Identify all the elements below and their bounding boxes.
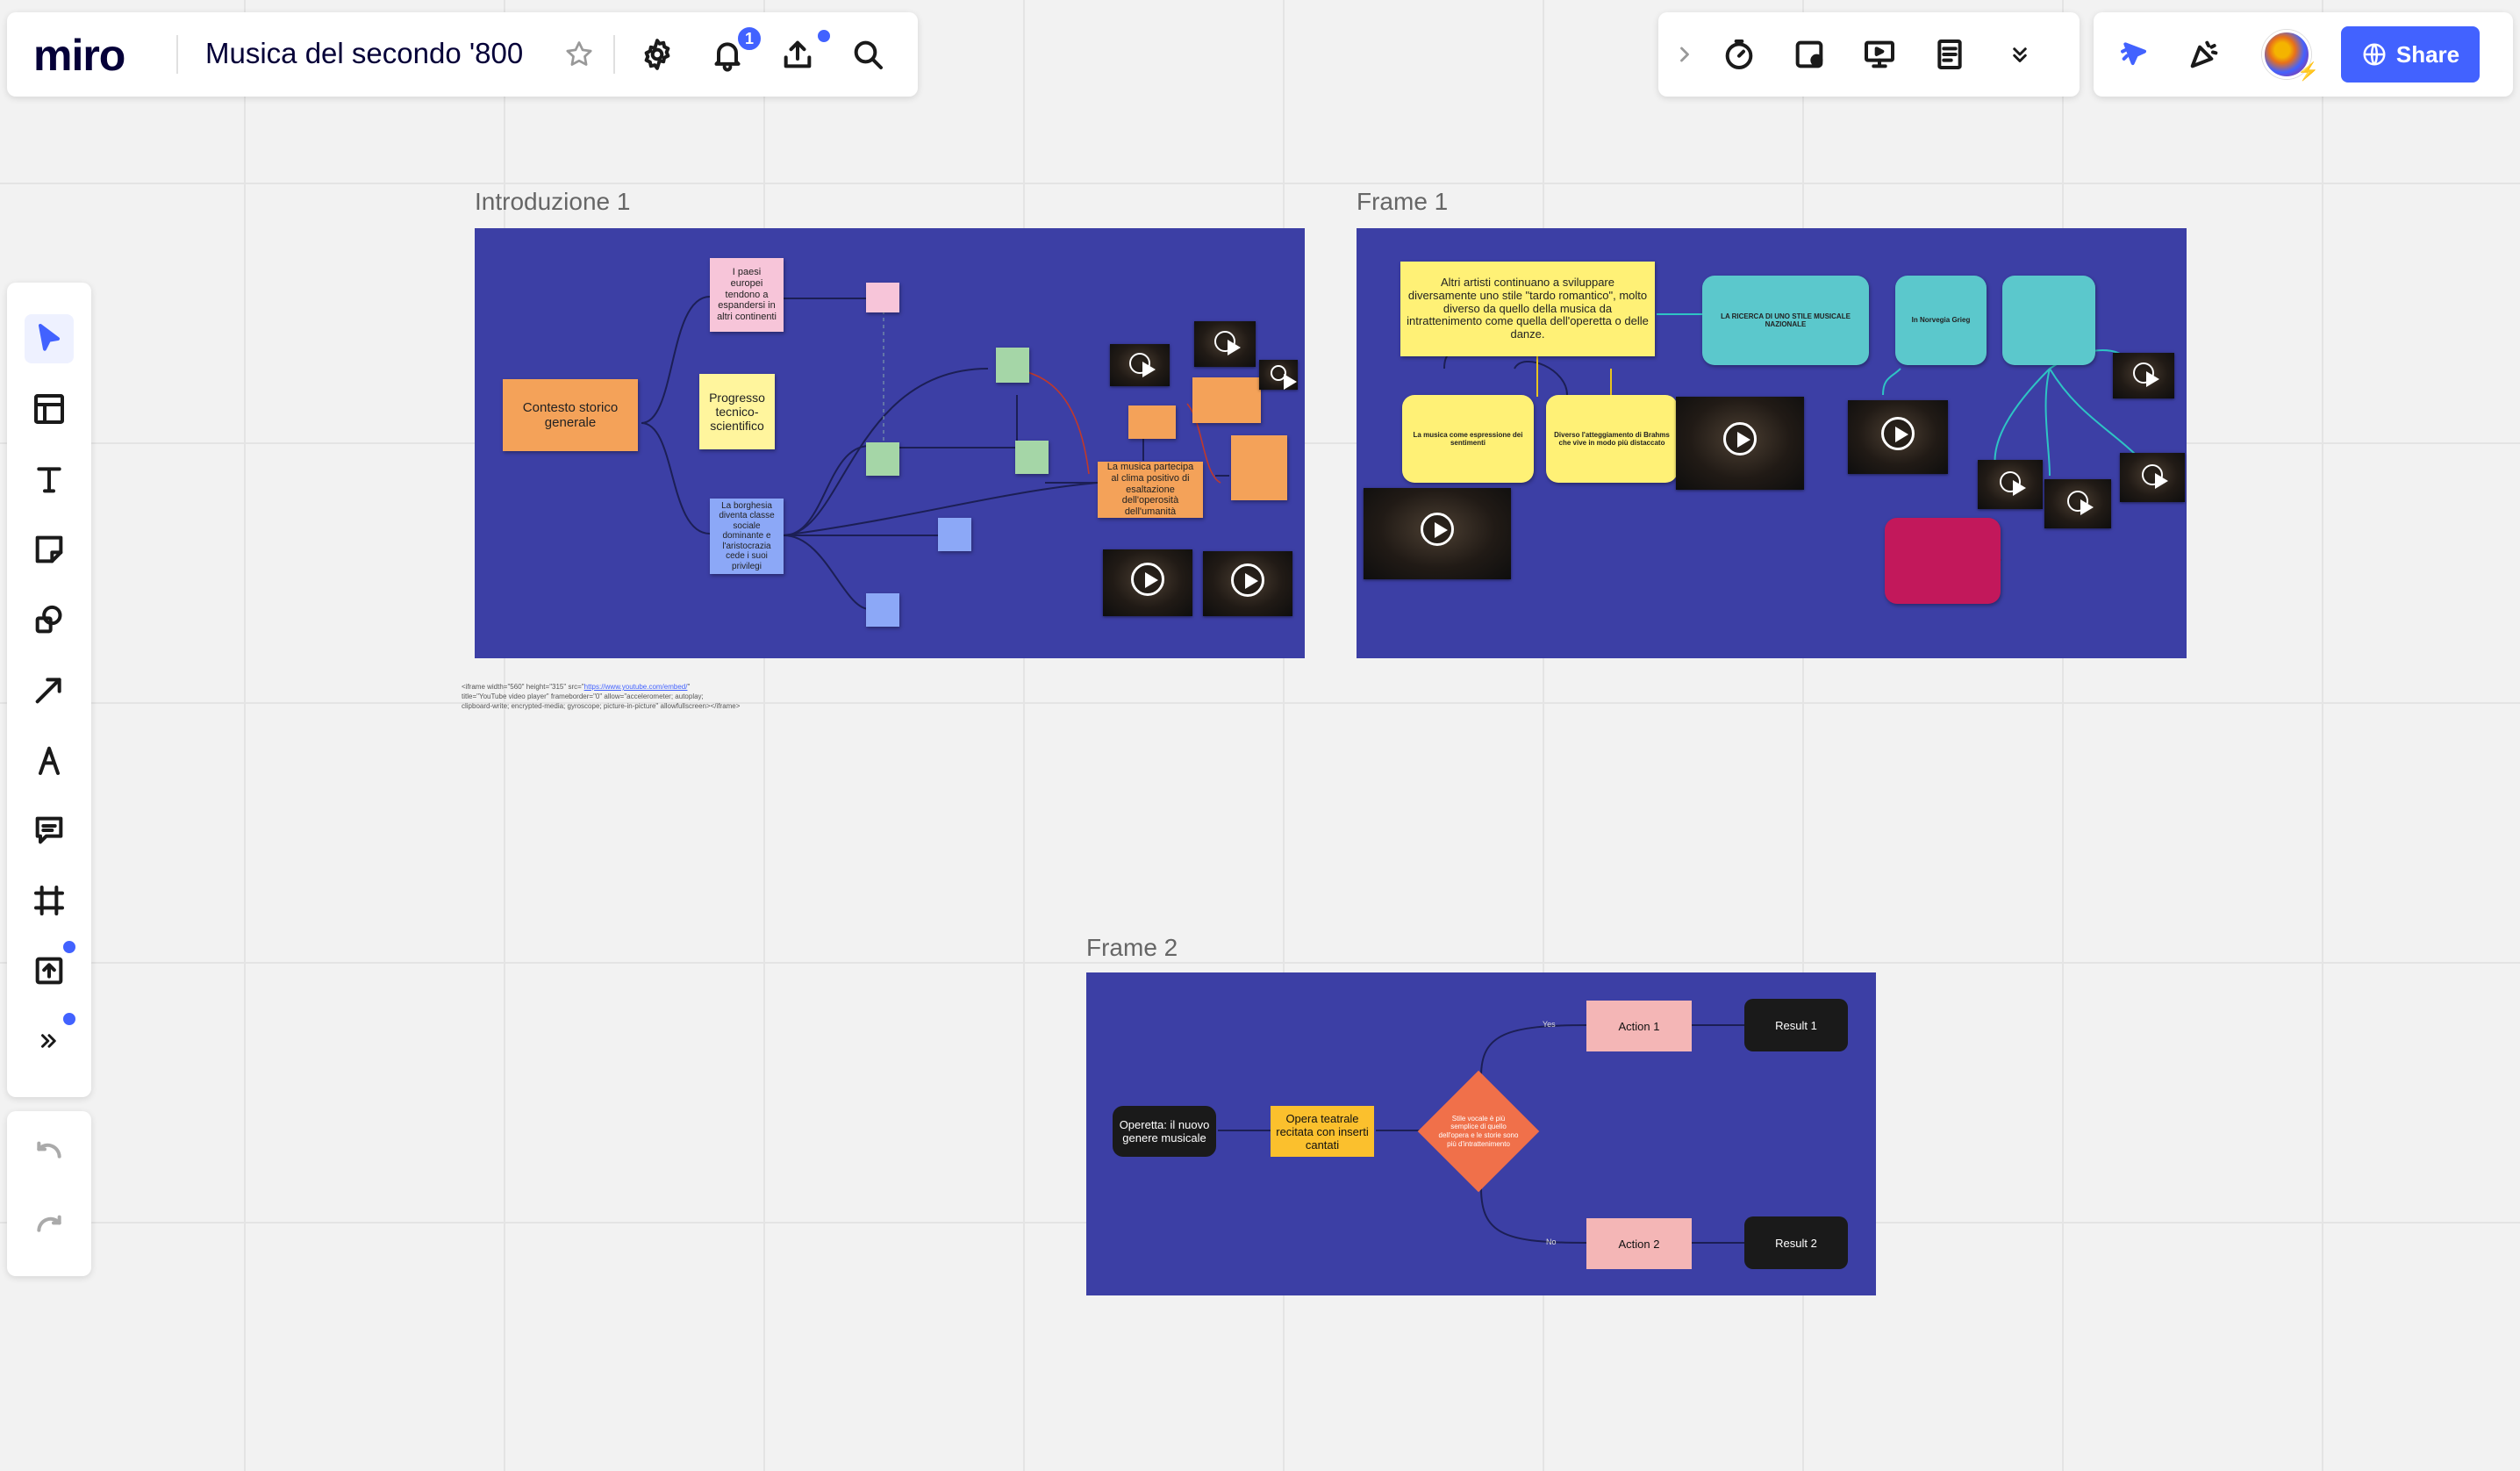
- double-chevron-down-icon[interactable]: [1995, 30, 2044, 79]
- video-embed-frame1-3[interactable]: [1848, 400, 1948, 474]
- miro-logo[interactable]: miro: [33, 30, 125, 81]
- templates-icon[interactable]: [25, 384, 74, 434]
- flow-no-label: No: [1546, 1238, 1557, 1246]
- notes-icon[interactable]: [1925, 30, 1974, 79]
- frame-label-frame2[interactable]: Frame 2: [1086, 934, 1178, 962]
- shapes-icon[interactable]: [25, 595, 74, 644]
- redo-icon[interactable]: [25, 1204, 74, 1253]
- sticky-small-pink[interactable]: [866, 283, 899, 312]
- sticky-small-green-3[interactable]: [1015, 441, 1049, 474]
- star-icon[interactable]: [555, 30, 604, 79]
- text-icon[interactable]: [25, 455, 74, 504]
- presentation-icon[interactable]: [1855, 30, 1904, 79]
- history-toolbar: [7, 1111, 91, 1276]
- video-embed-intro-4[interactable]: [1103, 549, 1192, 616]
- video-embed-intro-1[interactable]: [1110, 344, 1170, 386]
- frame-icon[interactable]: [25, 876, 74, 925]
- video-embed-intro-3[interactable]: [1259, 360, 1298, 390]
- sticky-borghesia[interactable]: La borghesia diventa classe sociale domi…: [710, 499, 784, 574]
- reactions-party-icon[interactable]: [2180, 30, 2229, 79]
- notifications-badge: 1: [735, 25, 763, 53]
- timer-icon[interactable]: [1715, 30, 1764, 79]
- sticky-musica-clima[interactable]: La musica partecipa al clima positivo di…: [1098, 462, 1203, 518]
- frame-label-frame1[interactable]: Frame 1: [1357, 188, 1448, 216]
- video-embed-frame1-portrait[interactable]: [1364, 488, 1511, 579]
- search-icon[interactable]: [843, 30, 892, 79]
- iframe-embed-code[interactable]: <iframe width="560" height="315" src="ht…: [462, 683, 769, 711]
- sticky-brahms[interactable]: Diverso l'atteggiamento di Brahms che vi…: [1546, 395, 1678, 483]
- flow-result-1[interactable]: Result 1: [1744, 999, 1848, 1051]
- sticky-contesto-storico[interactable]: Contesto storico generale: [503, 379, 638, 451]
- upload-indicator-dot: [61, 939, 77, 955]
- share-label: Share: [2395, 40, 2460, 68]
- collaboration-toolbar: [1658, 12, 2080, 97]
- embed-code-line1-suffix: ": [687, 683, 691, 691]
- export-upload-icon[interactable]: [773, 30, 822, 79]
- video-embed-frame1-2[interactable]: [1676, 397, 1804, 490]
- embed-code-link[interactable]: https://www.youtube.com/embed/: [584, 683, 688, 691]
- video-embed-intro-5[interactable]: [1203, 551, 1292, 616]
- flow-yes-label: Yes: [1543, 1020, 1556, 1029]
- video-embed-frame1-4[interactable]: [2113, 353, 2174, 398]
- sticky-small-green-1[interactable]: [866, 442, 899, 476]
- sticky-tardo-romantico[interactable]: Altri artisti continuano a sviluppare di…: [1400, 262, 1655, 356]
- sticky-small-blue-2[interactable]: [866, 593, 899, 627]
- frame-2[interactable]: Operetta: il nuovo genere musicale Opera…: [1086, 972, 1876, 1295]
- cursor-follow-icon[interactable]: [2111, 30, 2160, 79]
- export-indicator-dot: [816, 28, 832, 44]
- sticky-small-blue-1[interactable]: [938, 518, 971, 551]
- connection-line-icon[interactable]: [25, 665, 74, 714]
- flow-action-1[interactable]: Action 1: [1586, 1001, 1692, 1051]
- voting-icon[interactable]: [1785, 30, 1834, 79]
- sticky-pink-rounded[interactable]: [1885, 518, 2001, 604]
- sticky-note-icon[interactable]: [25, 525, 74, 574]
- sticky-small-orange-1[interactable]: [1128, 405, 1176, 439]
- flow-start-operetta[interactable]: Operetta: il nuovo genere musicale: [1113, 1106, 1216, 1157]
- share-button[interactable]: Share: [2341, 26, 2480, 83]
- sticky-paesi-europei[interactable]: I paesi europei tendono a espandersi in …: [710, 258, 784, 332]
- flow-opera-teatrale[interactable]: Opera teatrale recitata con inserti cant…: [1271, 1106, 1374, 1157]
- chevron-right-icon[interactable]: [1667, 30, 1702, 79]
- board-title[interactable]: Musica del secondo '800: [205, 37, 523, 70]
- frame-introduzione[interactable]: Contesto storico generale I paesi europe…: [475, 228, 1305, 658]
- sticky-small-green-2[interactable]: [996, 348, 1029, 383]
- share-toolbar: ⚡ Share: [2094, 12, 2513, 97]
- select-icon[interactable]: [25, 314, 74, 363]
- video-embed-frame1-7[interactable]: [2120, 453, 2185, 502]
- sticky-progresso[interactable]: Progresso tecnico-scientifico: [699, 374, 775, 449]
- video-embed-frame1-6[interactable]: [2044, 479, 2111, 528]
- sticky-small-orange-3[interactable]: [1231, 435, 1287, 500]
- board-header: miro Musica del secondo '800 1: [7, 12, 918, 97]
- left-toolbar: [7, 283, 91, 1097]
- sticky-grieg[interactable]: In Norvegia Grieg: [1895, 276, 1987, 365]
- sticky-ricerca-stile[interactable]: LA RICERCA DI UNO STILE MUSICALE NAZIONA…: [1702, 276, 1869, 365]
- sticky-musica-espressione[interactable]: La musica come espressione dei sentiment…: [1402, 395, 1534, 483]
- header-divider-2: [613, 35, 615, 74]
- more-tools-indicator-dot: [61, 1011, 77, 1027]
- header-divider: [176, 35, 178, 74]
- avatar-status-icon: ⚡: [2297, 62, 2319, 82]
- undo-icon[interactable]: [25, 1130, 74, 1180]
- video-embed-intro-2[interactable]: [1194, 321, 1256, 367]
- embed-code-line1-prefix: <iframe width="560" height="315" src=": [462, 683, 584, 691]
- sticky-cyan-3[interactable]: [2002, 276, 2095, 365]
- sticky-small-orange-2[interactable]: [1192, 377, 1261, 423]
- frame-label-intro[interactable]: Introduzione 1: [475, 188, 630, 216]
- globe-icon: [2363, 43, 2386, 66]
- pen-icon[interactable]: [25, 736, 74, 785]
- embed-code-line2: title="YouTube video player" frameborder…: [462, 692, 704, 700]
- frame-1[interactable]: Altri artisti continuano a sviluppare di…: [1357, 228, 2187, 658]
- flow-result-2[interactable]: Result 2: [1744, 1216, 1848, 1269]
- embed-code-line3: clipboard-write; encrypted-media; gyrosc…: [462, 701, 741, 710]
- comment-icon[interactable]: [25, 806, 74, 855]
- settings-gear-icon[interactable]: [633, 30, 682, 79]
- flow-action-2[interactable]: Action 2: [1586, 1218, 1692, 1269]
- flow-decision-text: Stile vocale è più semplice di quello de…: [1438, 1114, 1519, 1148]
- video-embed-frame1-5[interactable]: [1978, 460, 2043, 509]
